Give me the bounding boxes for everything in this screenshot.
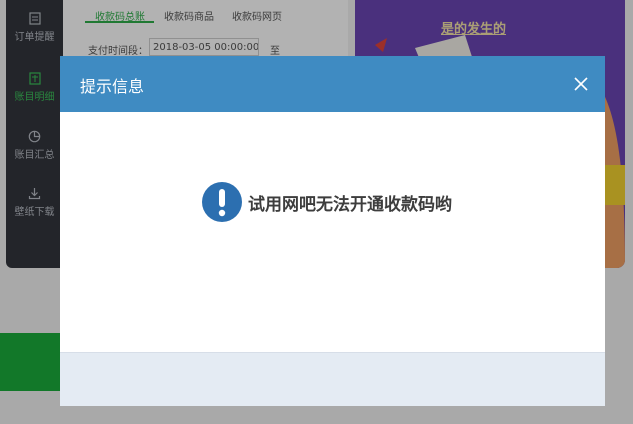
info-dialog: 提示信息 试用网吧无法开通收款码哟 bbox=[60, 56, 605, 406]
dialog-message: 试用网吧无法开通收款码哟 bbox=[248, 195, 452, 215]
exclamation-icon bbox=[202, 182, 242, 222]
close-icon[interactable] bbox=[572, 75, 590, 93]
dialog-header: 提示信息 bbox=[60, 56, 605, 112]
dialog-body: 试用网吧无法开通收款码哟 bbox=[60, 112, 605, 352]
dialog-footer bbox=[60, 352, 605, 406]
dialog-title: 提示信息 bbox=[80, 77, 145, 96]
